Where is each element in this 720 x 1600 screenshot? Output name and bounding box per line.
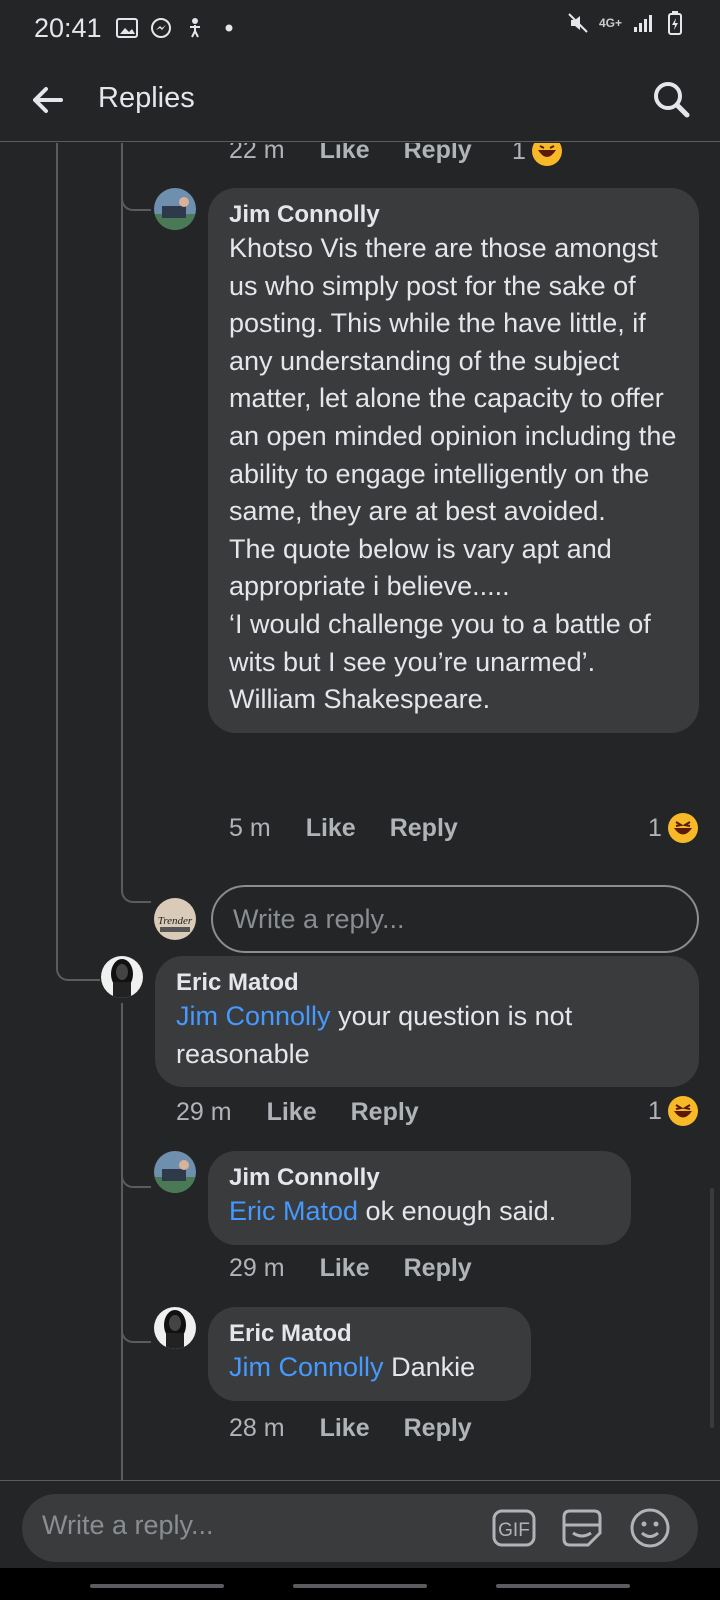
svg-text:GIF: GIF	[498, 1520, 530, 1541]
reaction-summary[interactable]: 1	[648, 1096, 698, 1126]
reaction-summary[interactable]: 1	[512, 143, 562, 166]
haha-emoji-icon	[667, 1096, 698, 1126]
comment-time: 29 m	[176, 1098, 232, 1126]
reply-button[interactable]: Reply	[351, 1098, 419, 1127]
comment-author[interactable]: Eric Matod	[229, 1319, 511, 1349]
comment-meta: 22 m Like Reply	[229, 143, 506, 165]
messenger-icon	[150, 17, 172, 39]
avatar[interactable]	[154, 1307, 196, 1349]
like-button[interactable]: Like	[267, 1098, 317, 1127]
accessibility-icon	[184, 17, 206, 39]
mention-link[interactable]: Eric Matod	[229, 1196, 358, 1226]
comment-author[interactable]: Jim Connolly	[229, 200, 679, 230]
thread-connector	[121, 143, 151, 211]
sticker-icon	[562, 1509, 602, 1547]
nav-back-button[interactable]	[496, 1584, 630, 1588]
emoji-button[interactable]	[628, 1506, 672, 1550]
comment-bubble[interactable]: Jim Connolly Eric Matod ok enough said.	[208, 1151, 631, 1245]
avatar[interactable]	[101, 956, 143, 998]
comment-meta: 5 m Like Reply	[229, 814, 492, 843]
haha-emoji-icon	[667, 813, 698, 843]
avatar[interactable]	[154, 1151, 196, 1193]
comment-time: 29 m	[229, 1254, 285, 1282]
gif-button[interactable]: GIF	[492, 1506, 536, 1550]
like-button[interactable]: Like	[320, 143, 370, 165]
status-system-icons: 4G+	[567, 11, 686, 35]
mute-icon	[567, 12, 589, 34]
back-arrow-icon	[33, 87, 63, 113]
reply-button[interactable]: Reply	[404, 143, 472, 165]
status-bar: 20:41 4G+	[0, 0, 720, 56]
comment-text: Jim Connolly your question is not reason…	[176, 1001, 580, 1069]
comment-meta: 28 m Like Reply	[229, 1414, 506, 1443]
reply-composer: Write a reply... GIF	[0, 1480, 720, 1568]
sticker-button[interactable]	[560, 1506, 604, 1550]
comment-bubble[interactable]: Eric Matod Jim Connolly Dankie	[208, 1307, 531, 1401]
current-user-avatar: Trender	[154, 898, 196, 940]
reply-button[interactable]: Reply	[404, 1254, 472, 1283]
comment-author[interactable]: Jim Connolly	[229, 1163, 611, 1193]
like-button[interactable]: Like	[306, 814, 356, 843]
network-label: 4G+	[598, 16, 622, 30]
comment-time: 28 m	[229, 1414, 285, 1442]
inline-reply-input[interactable]: Write a reply...	[211, 885, 699, 953]
like-button[interactable]: Like	[320, 1414, 370, 1443]
comment-bubble[interactable]: Jim Connolly Khotso Vis there are those …	[208, 188, 699, 733]
reaction-count: 1	[648, 1096, 662, 1125]
search-icon	[654, 82, 690, 118]
reaction-count: 1	[648, 813, 662, 842]
comment-bubble[interactable]: Eric Matod Jim Connolly your question is…	[155, 956, 699, 1088]
like-button[interactable]: Like	[320, 1254, 370, 1283]
system-nav-bar	[0, 1568, 720, 1600]
composer-input[interactable]: Write a reply...	[42, 1510, 214, 1541]
comment-text: Eric Matod ok enough said.	[229, 1196, 557, 1226]
reply-button[interactable]: Reply	[390, 814, 458, 843]
thread-connector	[121, 1183, 151, 1343]
avatar[interactable]	[154, 188, 196, 230]
status-notification-icons	[115, 17, 240, 39]
comment-time: 5 m	[229, 814, 271, 842]
dot-icon	[218, 17, 240, 39]
battery-icon	[664, 11, 686, 35]
back-button[interactable]	[30, 82, 66, 118]
thread-connector	[121, 203, 151, 903]
thread-connector	[56, 143, 100, 981]
page-title: Replies	[98, 82, 195, 114]
image-icon	[115, 17, 138, 39]
haha-emoji-icon	[531, 143, 562, 166]
gif-icon: GIF	[492, 1509, 536, 1547]
reaction-summary[interactable]: 1	[648, 813, 698, 843]
signal-icon	[632, 12, 654, 34]
nav-home-button[interactable]	[293, 1584, 427, 1588]
thread-connector	[121, 1003, 151, 1188]
comment-meta: 29 m Like Reply	[176, 1098, 453, 1127]
nav-recent-button[interactable]	[90, 1584, 224, 1588]
reply-button[interactable]: Reply	[404, 1414, 472, 1443]
replies-thread[interactable]: 22 m Like Reply 1 Jim Connolly Khotso Vi…	[0, 143, 720, 1480]
search-button[interactable]	[650, 78, 692, 120]
mention-link[interactable]: Jim Connolly	[229, 1352, 384, 1382]
comment-author[interactable]: Eric Matod	[176, 968, 679, 998]
scrollbar[interactable]	[710, 1188, 714, 1428]
comment-time: 22 m	[229, 143, 285, 164]
comment-text: Jim Connolly Dankie	[229, 1352, 476, 1382]
reaction-count: 1	[512, 143, 526, 165]
svg-text:Trender: Trender	[158, 915, 193, 927]
comment-text: Khotso Vis there are those amongst us wh…	[229, 233, 677, 715]
comment-meta: 29 m Like Reply	[229, 1254, 506, 1283]
mention-link[interactable]: Jim Connolly	[176, 1001, 331, 1031]
app-header: Replies	[0, 56, 720, 142]
composer-field[interactable]: Write a reply... GIF	[22, 1494, 698, 1562]
status-time: 20:41	[34, 12, 102, 43]
emoji-icon	[630, 1508, 670, 1548]
